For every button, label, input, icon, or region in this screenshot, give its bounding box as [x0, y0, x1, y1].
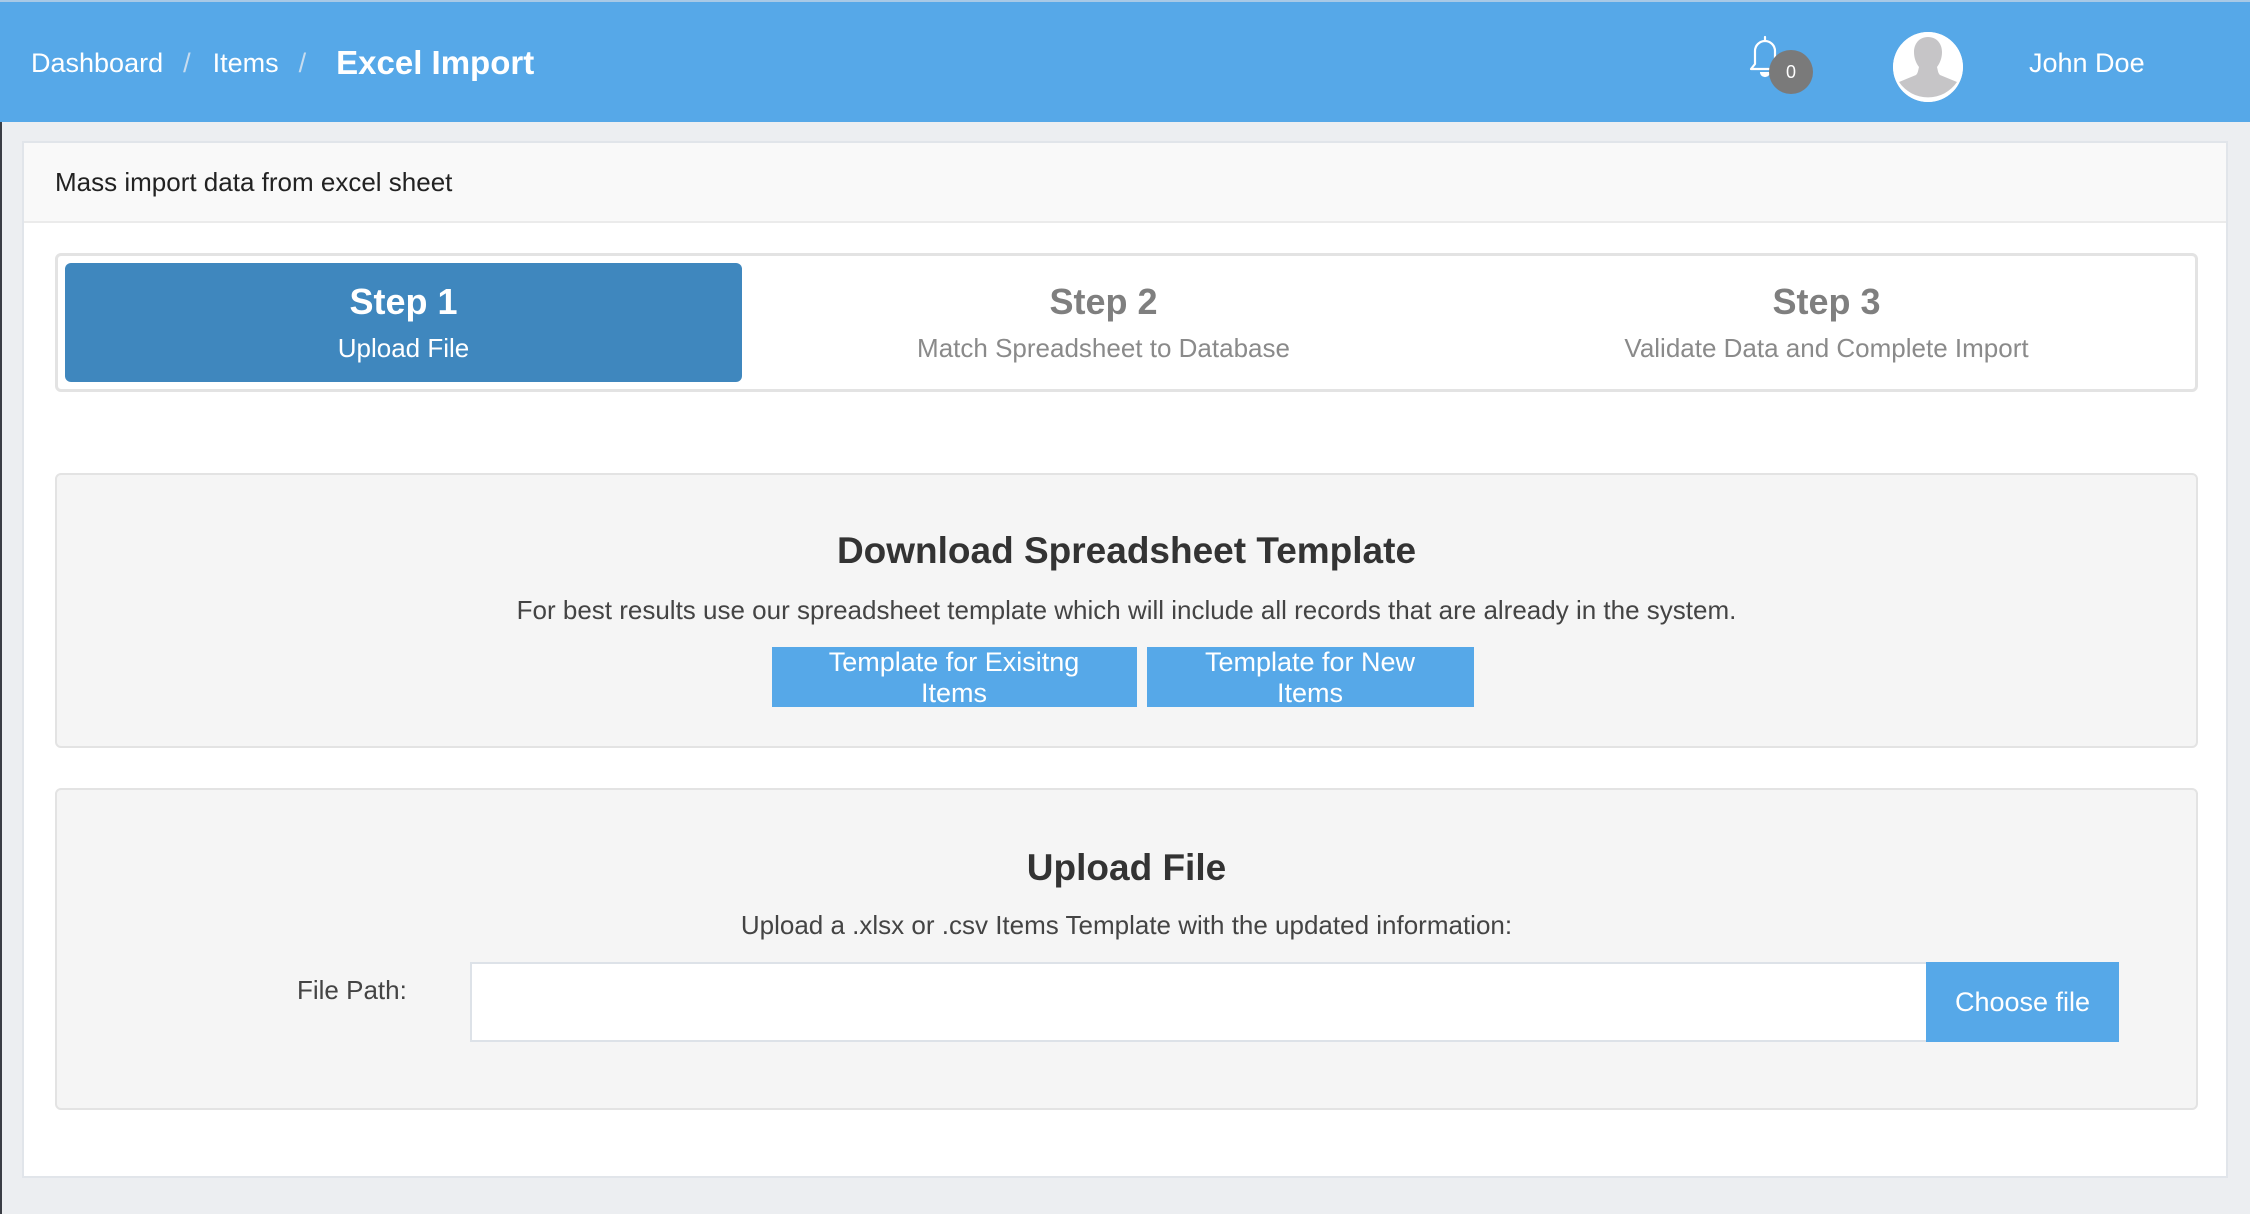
import-card: Mass import data from excel sheet Step 1…: [22, 141, 2228, 1178]
template-existing-items-button[interactable]: Template for Exisitng Items: [771, 647, 1137, 708]
notification-count-badge: 0: [1769, 50, 1813, 94]
breadcrumb-separator: /: [298, 47, 307, 78]
top-navbar: Dashboard / Items / Excel Import 0 John …: [0, 0, 2250, 122]
card-title: Mass import data from excel sheet: [24, 143, 2226, 223]
user-name[interactable]: John Doe: [2029, 2, 2145, 124]
step-3-validate-import[interactable]: Step 3 Validate Data and Complete Import: [1465, 263, 2188, 382]
template-new-items-button[interactable]: Template for New Items: [1146, 647, 1474, 708]
file-path-label: File Path:: [297, 975, 407, 1005]
download-section-description: For best results use our spreadsheet tem…: [516, 595, 1737, 625]
upload-section-title: Upload File: [1026, 847, 1227, 888]
file-path-input[interactable]: [470, 962, 1928, 1042]
page-title: Excel Import: [336, 44, 535, 81]
choose-file-button[interactable]: Choose file: [1926, 962, 2119, 1042]
breadcrumb-items[interactable]: Items: [213, 48, 279, 79]
user-silhouette-icon: [1893, 32, 1963, 102]
template-buttons: Template for Exisitng Items Template for…: [57, 647, 2196, 708]
step-title: Step 2: [1049, 281, 1158, 322]
step-subtitle: Validate Data and Complete Import: [1624, 333, 2029, 363]
step-subtitle: Upload File: [337, 333, 470, 363]
step-2-match-spreadsheet[interactable]: Step 2 Match Spreadsheet to Database: [742, 263, 1465, 382]
step-title: Step 3: [1772, 281, 1881, 322]
download-template-section: Download Spreadsheet Template For best r…: [55, 473, 2198, 748]
step-wizard: Step 1 Upload File Step 2 Match Spreadsh…: [55, 253, 2198, 392]
step-1-upload-file[interactable]: Step 1 Upload File: [65, 263, 742, 382]
upload-section-description: Upload a .xlsx or .csv Items Template wi…: [740, 910, 1513, 940]
avatar[interactable]: [1893, 32, 1963, 102]
download-section-title: Download Spreadsheet Template: [836, 530, 1417, 571]
breadcrumb-dashboard[interactable]: Dashboard: [31, 48, 163, 79]
breadcrumb-separator: /: [183, 47, 191, 78]
step-title: Step 1: [349, 281, 458, 322]
window-edge: [0, 122, 2, 1214]
upload-file-section: Upload File Upload a .xlsx or .csv Items…: [55, 788, 2198, 1110]
breadcrumb: Dashboard / Items / Excel Import: [31, 2, 534, 124]
step-subtitle: Match Spreadsheet to Database: [917, 333, 1290, 363]
